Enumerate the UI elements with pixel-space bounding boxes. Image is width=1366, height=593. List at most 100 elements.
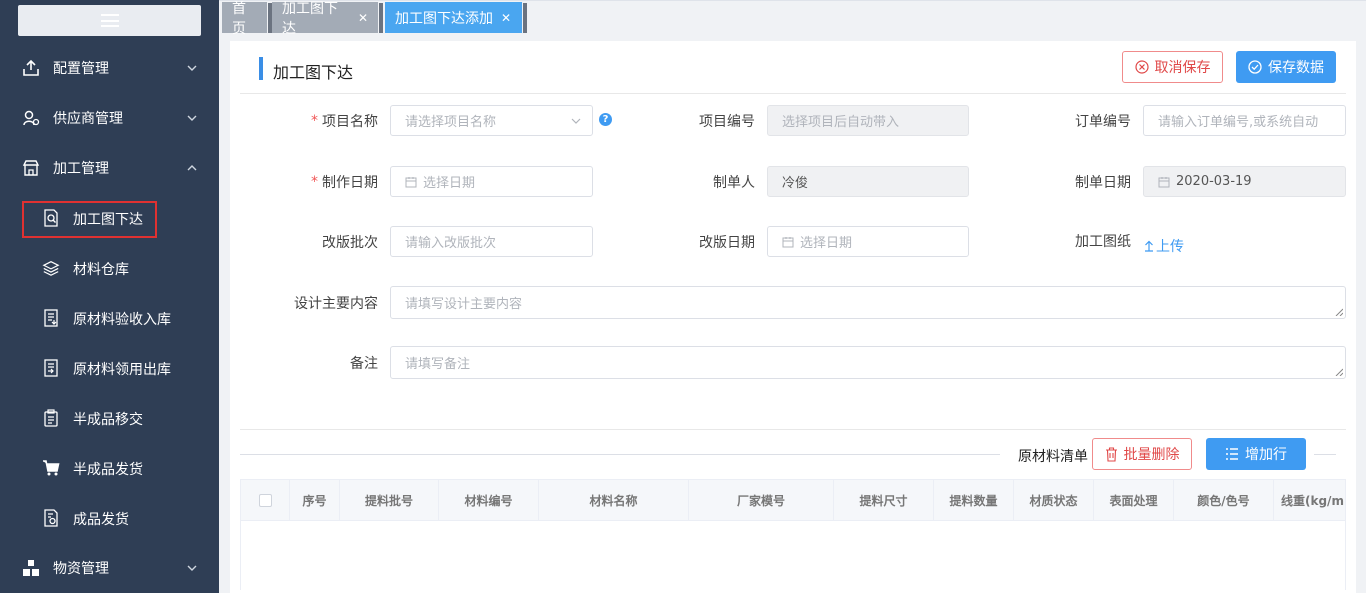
section-line bbox=[1314, 454, 1336, 455]
chevron-down-icon bbox=[187, 65, 197, 71]
resize-handle-icon[interactable] bbox=[1335, 308, 1343, 316]
batch-delete-button[interactable]: 批量删除 bbox=[1092, 438, 1192, 470]
revision-placeholder: 请输入改版批次 bbox=[405, 236, 497, 251]
calendar-icon bbox=[1158, 176, 1170, 188]
clipboard-icon bbox=[42, 409, 60, 427]
chevron-down-icon bbox=[187, 565, 197, 571]
list-add-icon bbox=[1225, 448, 1239, 460]
sidebar-item-semi-transfer[interactable]: 半成品移交 bbox=[0, 398, 219, 438]
menu-group-materials[interactable]: 物资管理 bbox=[0, 548, 219, 588]
close-icon[interactable]: ✕ bbox=[501, 11, 511, 25]
bill-date-field: 2020-03-19 bbox=[1143, 166, 1346, 197]
sidebar-item-processing-drawing[interactable]: 加工图下达 bbox=[0, 198, 219, 238]
add-row-button[interactable]: 增加行 bbox=[1206, 438, 1306, 470]
required-mark: * bbox=[311, 112, 318, 129]
revision-date-picker[interactable]: 选择日期 bbox=[767, 226, 969, 257]
sidebar-item-label: 半成品发货 bbox=[73, 462, 143, 478]
sidebar-item-raw-material-in[interactable]: 原材料验收入库 bbox=[0, 298, 219, 338]
required-mark: * bbox=[311, 173, 318, 190]
sidebar-item-label: 半成品移交 bbox=[73, 412, 143, 428]
supplier-icon bbox=[22, 109, 40, 127]
layers-icon bbox=[42, 259, 60, 277]
menu-group-label: 配置管理 bbox=[53, 61, 109, 77]
divider bbox=[240, 429, 1346, 430]
tab-label: 加工图下达添加 bbox=[395, 10, 493, 27]
menu-group-processing[interactable]: 加工管理 bbox=[0, 148, 219, 188]
calendar-icon bbox=[405, 176, 417, 188]
sidebar-item-semi-shipping[interactable]: 半成品发货 bbox=[0, 448, 219, 488]
maker-value: 冷俊 bbox=[782, 176, 809, 191]
project-no-field: 选择项目后自动带入 bbox=[767, 105, 969, 136]
order-no-input[interactable]: 请输入订单编号,或系统自动 bbox=[1143, 105, 1346, 136]
tab-processing-drawing[interactable]: 加工图下达 ✕ bbox=[272, 1, 378, 37]
cancel-save-label: 取消保存 bbox=[1154, 60, 1211, 76]
save-data-button[interactable]: 保存数据 bbox=[1236, 51, 1336, 83]
bill-date-label: 制单日期 bbox=[1075, 174, 1131, 191]
close-icon[interactable]: ✕ bbox=[358, 11, 368, 25]
cancel-save-button[interactable]: 取消保存 bbox=[1122, 51, 1223, 83]
menu-group-config[interactable]: 配置管理 bbox=[0, 48, 219, 88]
table-column-header: 提料批号 bbox=[340, 480, 439, 521]
make-date-label: * 制作日期 bbox=[270, 166, 378, 197]
remark-placeholder: 请填写备注 bbox=[405, 357, 471, 372]
help-icon[interactable]: ? bbox=[599, 113, 612, 126]
sidebar-item-raw-material-out[interactable]: 原材料领用出库 bbox=[0, 348, 219, 388]
revision-label: 改版批次 bbox=[322, 234, 378, 251]
project-name-label: * 项目名称 bbox=[270, 105, 378, 136]
main-panel: 加工图下达 取消保存 保存数据 * 项目名称 请选择项目名称 ? 项目编号 选择项… bbox=[230, 41, 1356, 593]
title-accent-bar bbox=[259, 57, 263, 80]
menu-group-supplier[interactable]: 供应商管理 bbox=[0, 98, 219, 138]
table-column-header: 颜色/色号 bbox=[1174, 480, 1274, 521]
revision-input[interactable]: 请输入改版批次 bbox=[390, 226, 593, 257]
resize-handle-icon[interactable] bbox=[1335, 368, 1343, 376]
design-content-textarea[interactable]: 请填写设计主要内容 bbox=[390, 286, 1346, 319]
sidebar-item-label: 加工图下达 bbox=[73, 212, 143, 228]
table-column-header: 材料编号 bbox=[439, 480, 539, 521]
design-content-label: 设计主要内容 bbox=[294, 295, 378, 312]
upload-button[interactable]: 上传 bbox=[1144, 236, 1184, 256]
store-icon bbox=[22, 159, 40, 177]
make-date-placeholder: 选择日期 bbox=[423, 176, 476, 191]
remark-label: 备注 bbox=[350, 355, 378, 372]
make-date-label-text: 制作日期 bbox=[322, 174, 378, 191]
doc-in-icon bbox=[42, 309, 60, 327]
table-column-header: 提料数量 bbox=[934, 480, 1014, 521]
hamburger-icon bbox=[100, 14, 119, 27]
material-table: 序号 提料批号 材料编号 材料名称 厂家模号 提料尺寸 提料数量 材质状态 表面… bbox=[240, 479, 1346, 590]
sidebar-item-material-warehouse[interactable]: 材料仓库 bbox=[0, 248, 219, 288]
page-title: 加工图下达 bbox=[273, 63, 354, 82]
section-line bbox=[240, 454, 1000, 455]
trash-icon bbox=[1105, 446, 1118, 462]
table-column-header: 厂家模号 bbox=[689, 480, 834, 521]
tab-processing-drawing-add[interactable]: 加工图下达添加 ✕ bbox=[385, 2, 522, 33]
menu-toggle-button[interactable] bbox=[18, 5, 201, 36]
sidebar: 配置管理 供应商管理 加工管理 加工图下达 材料仓库 原材料验收入库 原材料领用… bbox=[0, 0, 219, 593]
remark-textarea[interactable]: 请填写备注 bbox=[390, 346, 1346, 379]
chevron-down-icon bbox=[187, 115, 197, 121]
calendar-icon bbox=[782, 236, 794, 248]
upload-arrow-icon bbox=[1144, 240, 1154, 252]
select-all-cell bbox=[241, 480, 290, 521]
table-header: 序号 提料批号 材料编号 材料名称 厂家模号 提料尺寸 提料数量 材质状态 表面… bbox=[241, 480, 1345, 521]
table-column-header: 材料名称 bbox=[539, 480, 689, 521]
sidebar-item-label: 成品发货 bbox=[73, 512, 129, 528]
project-name-placeholder: 请选择项目名称 bbox=[405, 115, 497, 130]
tab-bar: 首页 加工图下达 ✕ 加工图下达添加 ✕ bbox=[219, 0, 1366, 37]
table-column-header: 提料尺寸 bbox=[834, 480, 934, 521]
upload-box-icon bbox=[22, 59, 40, 77]
table-column-header: 序号 bbox=[290, 480, 340, 521]
project-no-placeholder: 选择项目后自动带入 bbox=[782, 115, 900, 130]
maker-label: 制单人 bbox=[713, 174, 755, 191]
batch-delete-label: 批量删除 bbox=[1123, 447, 1180, 463]
sidebar-item-label: 原材料验收入库 bbox=[73, 312, 171, 328]
material-list-title: 原材料清单 bbox=[1018, 449, 1088, 465]
drawing-label: 加工图纸 bbox=[1075, 234, 1131, 250]
select-all-checkbox[interactable] bbox=[258, 494, 272, 507]
sidebar-item-product-shipping[interactable]: 成品发货 bbox=[0, 498, 219, 538]
make-date-picker[interactable]: 选择日期 bbox=[390, 166, 593, 197]
doc-search-icon bbox=[42, 209, 60, 227]
project-name-select[interactable]: 请选择项目名称 bbox=[390, 105, 593, 136]
maker-field: 冷俊 bbox=[767, 166, 969, 197]
tab-home[interactable]: 首页 bbox=[222, 1, 267, 37]
chevron-down-icon bbox=[571, 118, 581, 124]
